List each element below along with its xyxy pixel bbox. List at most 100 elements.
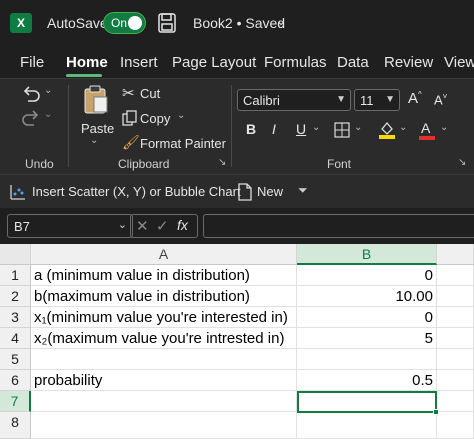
tab-insert[interactable]: Insert [120,54,158,71]
row-header[interactable]: 4 [0,328,31,349]
cell-a7[interactable] [31,391,297,412]
formula-actions: ✕ ✓ fx [130,214,198,238]
autosave-state: On [111,16,128,30]
cancel-icon[interactable]: ✕ [136,217,149,235]
font-size-dropdown[interactable]: 11 ▼ [354,89,400,111]
format-painter-icon[interactable]: 🖌 [122,134,140,151]
cut-button[interactable]: Cut [140,86,160,101]
cell-a1[interactable]: a (minimum value in distribution) [31,265,297,286]
decrease-font-size-icon[interactable]: A˅ [434,92,447,107]
fill-handle[interactable] [433,409,439,415]
row-header[interactable]: 1 [0,265,31,286]
cell-c7[interactable] [437,391,474,412]
copy-dropdown-icon[interactable]: ⌄ [177,110,185,121]
cell-c2[interactable] [437,286,474,307]
cell-b2[interactable]: 10.00 [297,286,437,307]
title-bar: X AutoSave On Book2 • Saved ⌄ [0,0,474,46]
confirm-icon[interactable]: ✓ [156,217,169,235]
document-title[interactable]: Book2 • Saved [193,15,285,31]
font-color-letter: A [421,120,431,136]
row-header[interactable]: 7 [0,391,31,412]
tab-review[interactable]: Review [384,54,433,71]
underline-button[interactable]: U [296,121,306,137]
cell-b4[interactable]: 5 [297,328,437,349]
save-icon[interactable] [158,13,176,33]
tab-data[interactable]: Data [337,54,369,71]
paste-dropdown-icon[interactable]: ⌄ [90,135,98,146]
select-all-corner[interactable] [0,244,31,265]
cell-c8[interactable] [437,412,474,439]
formula-input[interactable] [203,214,474,238]
tab-file[interactable]: File [20,54,44,71]
cell-a3[interactable]: x₁(minimum value you're interested in) [31,307,297,328]
fill-color-icon[interactable] [378,120,396,140]
active-tab-indicator [66,74,102,77]
row-header[interactable]: 2 [0,286,31,307]
paste-button[interactable]: Paste [81,121,114,136]
scatter-chart-icon[interactable] [10,184,26,200]
cell-a6[interactable]: probability [31,370,297,391]
name-box-value: B7 [14,219,30,234]
tab-formulas[interactable]: Formulas [264,54,327,71]
cell-a2[interactable]: b(maximum value in distribution) [31,286,297,307]
underline-dropdown-icon[interactable]: ⌄ [312,122,320,133]
row-header[interactable]: 3 [0,307,31,328]
fill-color-dropdown-icon[interactable]: ⌄ [399,122,407,133]
cut-icon[interactable]: ✂ [122,84,135,102]
cell-c1[interactable] [437,265,474,286]
cell-b8[interactable] [297,412,437,439]
tab-home[interactable]: Home [66,54,108,71]
undo-dropdown-icon[interactable]: ⌄ [44,85,52,96]
cell-a5[interactable] [31,349,297,370]
paste-icon[interactable] [82,85,110,115]
name-box[interactable]: B7 ⌄ [7,214,133,238]
font-color-icon[interactable]: A [419,120,435,140]
italic-button[interactable]: I [272,121,276,137]
group-divider [231,85,232,167]
redo-icon[interactable] [20,109,42,127]
increase-font-size-icon[interactable]: A^ [408,90,422,107]
toggle-knob [128,16,142,30]
cell-a4[interactable]: x₂(maximum value you're intrested in) [31,328,297,349]
row-header[interactable]: 8 [0,412,31,439]
font-name-dropdown[interactable]: Calibri ▼ [237,89,351,111]
row-header[interactable]: 6 [0,370,31,391]
dialog-launcher-icon[interactable]: ↘ [458,157,466,168]
cell-b3[interactable]: 0 [297,307,437,328]
cell-c6[interactable] [437,370,474,391]
column-header-c[interactable] [437,244,474,265]
cell-c5[interactable] [437,349,474,370]
font-color-dropdown-icon[interactable]: ⌄ [440,122,448,133]
chevron-down-icon: ⌄ [117,219,127,231]
column-header-a[interactable]: A [31,244,297,265]
autosave-toggle[interactable]: On [103,12,146,34]
cell-c3[interactable] [437,307,474,328]
chevron-down-icon[interactable]: ⌄ [276,14,286,28]
borders-dropdown-icon[interactable]: ⌄ [354,122,362,133]
new-button[interactable]: New [257,184,283,199]
cell-c4[interactable] [437,328,474,349]
chevron-down-icon: ▼ [385,94,395,105]
insert-function-icon[interactable]: fx [177,217,188,233]
tab-view[interactable]: View [444,54,474,71]
undo-icon[interactable] [20,85,42,103]
new-document-icon[interactable] [238,183,252,201]
borders-icon[interactable] [334,122,350,138]
font-color-swatch [419,136,435,140]
copy-icon[interactable] [122,110,138,126]
cell-a8[interactable] [31,412,297,439]
customize-toolbar-icon[interactable]: ⏷ [298,183,308,198]
row-header[interactable]: 5 [0,349,31,370]
format-painter-button[interactable]: Format Painter [140,136,226,151]
dialog-launcher-icon[interactable]: ↘ [218,157,226,168]
cell-b1[interactable]: 0 [297,265,437,286]
redo-dropdown-icon[interactable]: ⌄ [44,109,52,120]
copy-button[interactable]: Copy [140,111,170,126]
insert-scatter-chart-button[interactable]: Insert Scatter (X, Y) or Bubble Chart [32,184,241,199]
cell-b6[interactable]: 0.5 [297,370,437,391]
tab-page-layout[interactable]: Page Layout [172,54,256,71]
group-divider [68,85,69,167]
cell-b5[interactable] [297,349,437,370]
bold-button[interactable]: B [246,121,256,137]
column-header-b[interactable]: B [297,244,437,265]
